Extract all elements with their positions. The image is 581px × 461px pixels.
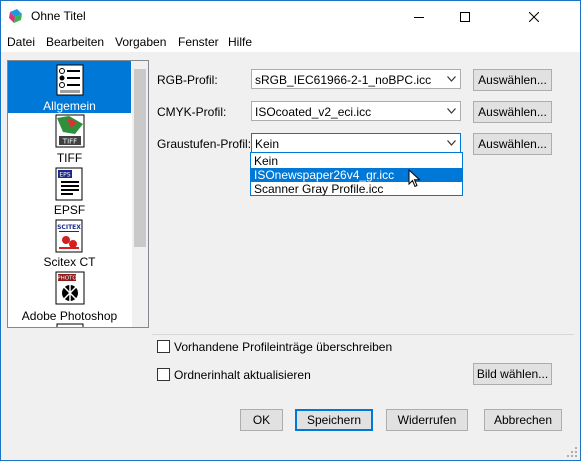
overwrite-label[interactable]: Vorhandene Profileinträge überschreiben [174, 340, 392, 354]
maximize-button[interactable] [442, 1, 488, 32]
maximize-icon [460, 11, 470, 22]
overwrite-checkbox[interactable] [157, 340, 170, 353]
epsf-file-icon: EPS [55, 167, 83, 201]
ok-button[interactable]: OK [240, 409, 283, 431]
photoshop-file-icon: PHOTO [55, 271, 85, 305]
sidebar-item-tiff[interactable]: TIFF TIFF [8, 113, 131, 165]
file-icon [56, 323, 84, 327]
svg-text:TIFF: TIFF [62, 138, 77, 146]
app-icon [9, 9, 22, 23]
sidebar-item-label: Adobe Photoshop [21, 309, 118, 323]
cmyk-profile-select[interactable]: ISOcoated_v2_eci.icc [251, 101, 461, 121]
menu-bearbeiten[interactable]: Bearbeiten [46, 35, 104, 49]
sidebar-item-label: Scitex CT [43, 255, 96, 269]
gray-choose-button[interactable]: Auswählen... [473, 133, 552, 155]
chevron-down-icon [447, 140, 456, 146]
sidebar-item-label: TIFF [56, 151, 83, 165]
minimize-button[interactable] [396, 1, 442, 32]
title-bar[interactable]: Ohne Titel [1, 1, 580, 32]
menu-vorgaben[interactable]: Vorgaben [115, 35, 166, 49]
update-folder-checkbox[interactable] [157, 368, 170, 381]
rgb-profile-value: sRGB_IEC61966-2-1_noBPC.icc [255, 73, 432, 87]
main-window: Ohne Titel Datei Bearbeiten Vorgaben Fen… [0, 0, 581, 461]
scrollbar-thumb[interactable] [134, 69, 146, 247]
dropdown-option-kein[interactable]: Kein [251, 154, 462, 168]
svg-text:SCITEX: SCITEX [57, 224, 81, 231]
sidebar-item-label: Allgemein [43, 99, 96, 113]
sidebar-item-allgemein[interactable]: Allgemein [8, 61, 131, 113]
sidebar-item-scitex-ct[interactable]: SCITEX Scitex CT [8, 217, 131, 269]
sidebar-item-label: EPSF [53, 203, 86, 217]
rgb-choose-button[interactable]: Auswählen... [473, 69, 552, 91]
choose-image-button[interactable]: Bild wählen... [473, 363, 552, 385]
settings-list-icon [56, 64, 84, 96]
divider [152, 334, 574, 335]
menu-datei[interactable]: Datei [7, 35, 35, 49]
update-folder-label[interactable]: Ordnerinhalt aktualisieren [174, 368, 311, 382]
chevron-down-icon [447, 108, 456, 114]
menu-bar: Datei Bearbeiten Vorgaben Fenster Hilfe [1, 32, 580, 52]
tiff-file-icon: TIFF [55, 114, 85, 148]
save-button[interactable]: Speichern [295, 409, 373, 431]
close-button[interactable] [488, 1, 580, 32]
gray-profile-label: Graustufen-Profil: [157, 137, 252, 151]
revert-button[interactable]: Widerrufen [386, 409, 468, 431]
rgb-profile-select[interactable]: sRGB_IEC61966-2-1_noBPC.icc [251, 69, 461, 89]
cmyk-profile-label: CMYK-Profil: [157, 105, 227, 119]
scitex-file-icon: SCITEX [55, 219, 83, 253]
minimize-icon [414, 16, 424, 18]
cmyk-choose-button[interactable]: Auswählen... [473, 101, 552, 123]
gray-profile-select[interactable]: Kein [251, 133, 461, 153]
mouse-cursor-icon [408, 169, 421, 188]
window-title: Ohne Titel [31, 9, 86, 23]
sidebar-item-adobe-photoshop[interactable]: PHOTO Adobe Photoshop [8, 269, 131, 323]
cmyk-profile-value: ISOcoated_v2_eci.icc [255, 105, 372, 119]
menu-hilfe[interactable]: Hilfe [228, 35, 252, 49]
close-icon [529, 11, 539, 22]
svg-text:PHOTO: PHOTO [57, 276, 77, 282]
cancel-button[interactable]: Abbrechen [484, 409, 562, 431]
gray-profile-value: Kein [255, 137, 280, 151]
menu-fenster[interactable]: Fenster [178, 35, 219, 49]
sidebar-scrollbar[interactable] [132, 61, 148, 327]
dropdown-option-scanner-gray[interactable]: Scanner Gray Profile.icc [251, 182, 462, 196]
format-sidebar: Allgemein TIFF TIFF EPS EPSF SCITEX Scit… [7, 60, 149, 328]
dropdown-option-isonewspaper[interactable]: ISOnewspaper26v4_gr.icc [251, 168, 462, 182]
rgb-profile-label: RGB-Profil: [157, 73, 218, 87]
gray-profile-dropdown-list: Kein ISOnewspaper26v4_gr.icc Scanner Gra… [250, 152, 463, 196]
resize-grip-icon[interactable] [566, 446, 578, 458]
sidebar-item-epsf[interactable]: EPS EPSF [8, 165, 131, 217]
svg-text:EPS: EPS [59, 172, 70, 179]
chevron-down-icon [447, 76, 456, 82]
